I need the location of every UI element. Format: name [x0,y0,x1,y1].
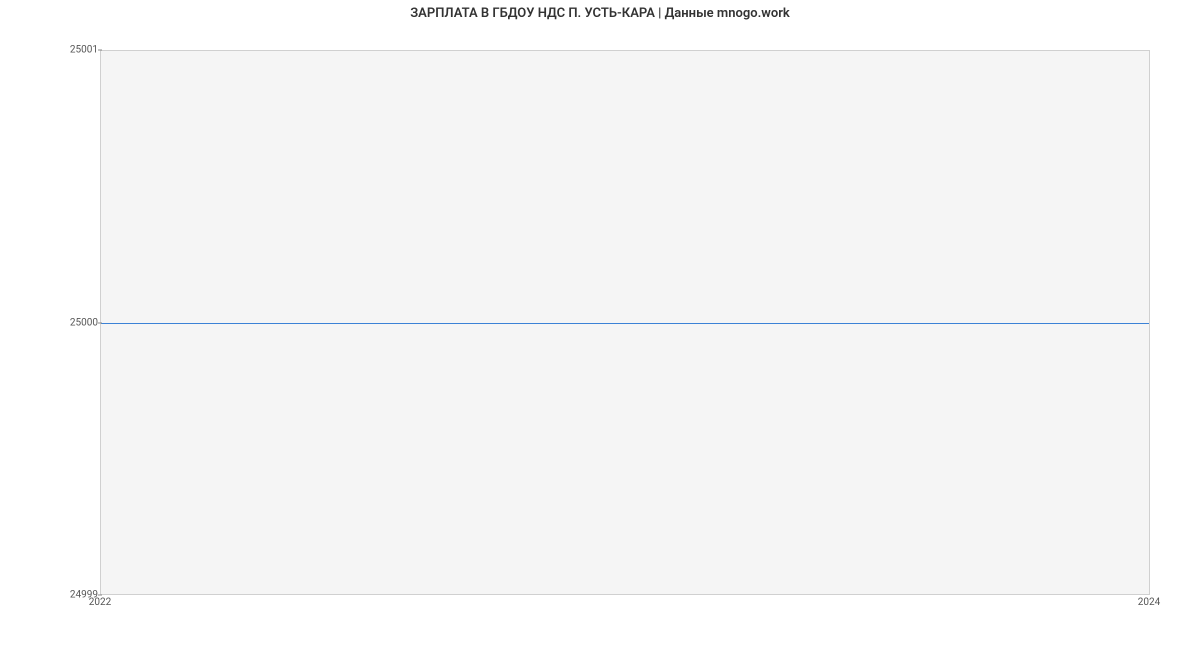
y-tick-mark [98,50,102,51]
x-tick-label: 2022 [89,597,111,608]
y-tick-mark [98,322,102,323]
plot-area [100,50,1150,595]
chart-container: 25001 25000 24999 2022 2024 [50,30,1150,615]
y-tick-mark [98,595,102,596]
y-tick-label: 25001 [52,45,98,56]
data-series-line [101,323,1149,324]
x-tick-label: 2024 [1138,597,1160,608]
y-tick-label: 25000 [52,317,98,328]
chart-title: ЗАРПЛАТА В ГБДОУ НДС П. УСТЬ-КАРА | Данн… [0,0,1200,25]
